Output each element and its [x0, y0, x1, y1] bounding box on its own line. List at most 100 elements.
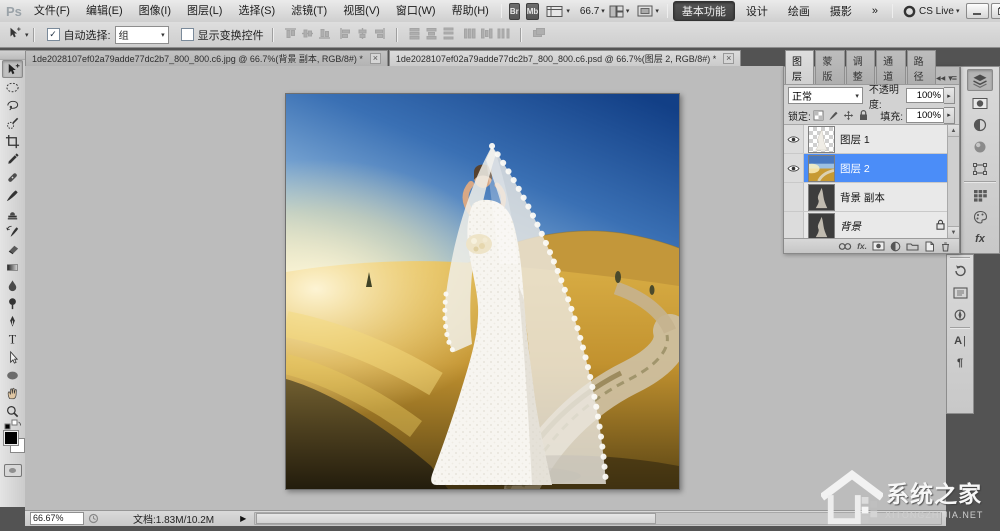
opacity-field[interactable]: 100% ▸	[906, 87, 955, 104]
history-brush-tool[interactable]	[2, 222, 23, 240]
transform-panel-icon[interactable]	[968, 159, 992, 179]
panel-menu-icon[interactable]: ▾≡	[948, 73, 956, 84]
auto-select-dropdown[interactable]: 组 ▾	[115, 26, 169, 44]
brush-tool[interactable]	[2, 186, 23, 204]
move-tool-preset-icon[interactable]	[7, 26, 21, 43]
swatches-panel-icon[interactable]	[968, 185, 992, 205]
layer-thumbnail[interactable]	[808, 126, 835, 153]
layer-row-2[interactable]: 图层 2	[784, 154, 959, 183]
eyedropper-tool[interactable]	[2, 150, 23, 168]
workspace-overflow-button[interactable]: »	[863, 3, 887, 19]
status-zoom-input[interactable]: 66.67%	[30, 512, 84, 525]
layer-row-4[interactable]: 背景	[784, 212, 959, 238]
crop-tool[interactable]	[2, 132, 23, 150]
tab-close-icon[interactable]: ×	[723, 53, 734, 64]
character-panel-icon[interactable]: A|	[948, 331, 972, 351]
document-canvas[interactable]	[285, 93, 680, 490]
adjustments-panel-icon[interactable]	[968, 115, 992, 135]
panel-grip[interactable]	[0, 51, 25, 60]
layers-panel-icon[interactable]	[967, 69, 993, 91]
rotate-view-panel-icon[interactable]	[948, 305, 972, 325]
lasso-tool[interactable]	[2, 96, 23, 114]
chevron-down-icon[interactable]: ▾	[25, 31, 29, 39]
show-transform-checkbox[interactable]	[181, 28, 194, 41]
opacity-value[interactable]: 100%	[906, 88, 944, 103]
hand-tool[interactable]	[2, 384, 23, 402]
lock-image-icon[interactable]	[828, 110, 839, 121]
path-selection-tool[interactable]	[2, 348, 23, 366]
eraser-tool[interactable]	[2, 240, 23, 258]
clone-source-panel-icon[interactable]	[948, 283, 972, 303]
visibility-toggle[interactable]	[784, 183, 804, 211]
tab-masks[interactable]: 蒙版	[815, 50, 844, 84]
view-extras-button[interactable]: ▾	[546, 5, 570, 18]
horizontal-type-tool[interactable]: T	[2, 330, 23, 348]
menu-view[interactable]: 视图(V)	[335, 1, 388, 22]
blur-tool[interactable]	[2, 276, 23, 294]
foreground-color-swatch[interactable]	[3, 430, 19, 446]
visibility-toggle[interactable]	[784, 212, 804, 238]
tab-paths[interactable]: 路径	[907, 50, 936, 84]
layer-thumbnail[interactable]	[808, 155, 835, 182]
new-group-icon[interactable]	[906, 241, 919, 251]
tab-close-icon[interactable]: ×	[370, 53, 381, 64]
workspace-design-button[interactable]: 设计	[737, 1, 777, 21]
lock-all-icon[interactable]	[858, 109, 869, 121]
layers-scrollbar[interactable]: ▲ ▼	[947, 125, 959, 238]
paragraph-panel-icon[interactable]: ¶	[948, 353, 972, 373]
pen-tool[interactable]	[2, 312, 23, 330]
move-tool[interactable]	[2, 60, 23, 78]
fill-spinner-icon[interactable]: ▸	[944, 107, 955, 124]
history-panel-icon[interactable]	[948, 261, 972, 281]
tab-adjustments[interactable]: 调整	[846, 50, 875, 84]
document-tab-psd[interactable]: 1de2028107ef02a79adde77dc2b7_800_800.c6.…	[389, 50, 741, 66]
menu-image[interactable]: 图像(I)	[131, 1, 179, 22]
new-adjustment-layer-icon[interactable]	[890, 241, 901, 252]
menu-filter[interactable]: 滤镜(T)	[283, 1, 335, 22]
tab-channels[interactable]: 通道	[876, 50, 905, 84]
clone-stamp-tool[interactable]	[2, 204, 23, 222]
new-layer-icon[interactable]	[924, 241, 935, 252]
layer-thumbnail[interactable]	[808, 213, 835, 239]
workspace-photography-button[interactable]: 摄影	[821, 1, 861, 21]
menu-help[interactable]: 帮助(H)	[444, 1, 497, 22]
document-tab-jpg[interactable]: 1de2028107ef02a79adde77dc2b7_800_800.c6.…	[25, 50, 388, 66]
elliptical-marquee-tool[interactable]	[2, 78, 23, 96]
screen-mode-button[interactable]: ▾	[637, 5, 659, 17]
visibility-toggle[interactable]	[784, 154, 804, 182]
tab-layers[interactable]: 图层	[785, 50, 814, 84]
status-menu-button[interactable]: ▶	[240, 514, 246, 523]
arrange-documents-button[interactable]: ▾	[609, 5, 630, 18]
quick-mask-button[interactable]	[4, 464, 22, 477]
quick-selection-tool[interactable]	[2, 114, 23, 132]
layer-row-3[interactable]: 背景 副本	[784, 183, 959, 212]
lock-transparency-icon[interactable]	[813, 110, 824, 121]
menu-select[interactable]: 选择(S)	[230, 1, 283, 22]
collapse-panel-icon[interactable]: ◀◀	[936, 75, 945, 82]
layer-styles-icon[interactable]: fx.	[857, 241, 867, 251]
opacity-spinner-icon[interactable]: ▸	[944, 87, 955, 104]
effects-panel-icon[interactable]: fx	[968, 229, 992, 249]
link-layers-icon[interactable]	[838, 242, 852, 251]
styles-panel-icon[interactable]	[968, 137, 992, 157]
visibility-toggle[interactable]	[784, 125, 804, 153]
menu-window[interactable]: 窗口(W)	[388, 1, 444, 22]
lock-position-icon[interactable]	[843, 110, 854, 121]
layer-thumbnail[interactable]	[808, 184, 835, 211]
workspace-painting-button[interactable]: 绘画	[779, 1, 819, 21]
dodge-tool[interactable]	[2, 294, 23, 312]
minimize-button[interactable]	[966, 3, 989, 19]
menu-file[interactable]: 文件(F)	[26, 1, 78, 22]
masks-panel-icon[interactable]	[968, 93, 992, 113]
scroll-up-icon[interactable]: ▲	[948, 125, 959, 137]
launch-mini-bridge-button[interactable]: Mb	[526, 3, 540, 20]
color-panel-icon[interactable]	[968, 207, 992, 227]
swap-colors-icon[interactable]	[2, 418, 24, 430]
spot-healing-brush-tool[interactable]	[2, 168, 23, 186]
menu-layer[interactable]: 图层(L)	[179, 1, 230, 22]
auto-select-checkbox[interactable]: ✓	[47, 28, 60, 41]
menu-edit[interactable]: 编辑(E)	[78, 1, 131, 22]
fill-field[interactable]: 100% ▸	[906, 107, 955, 124]
scroll-down-icon[interactable]: ▼	[948, 226, 959, 238]
fill-value[interactable]: 100%	[906, 108, 944, 123]
